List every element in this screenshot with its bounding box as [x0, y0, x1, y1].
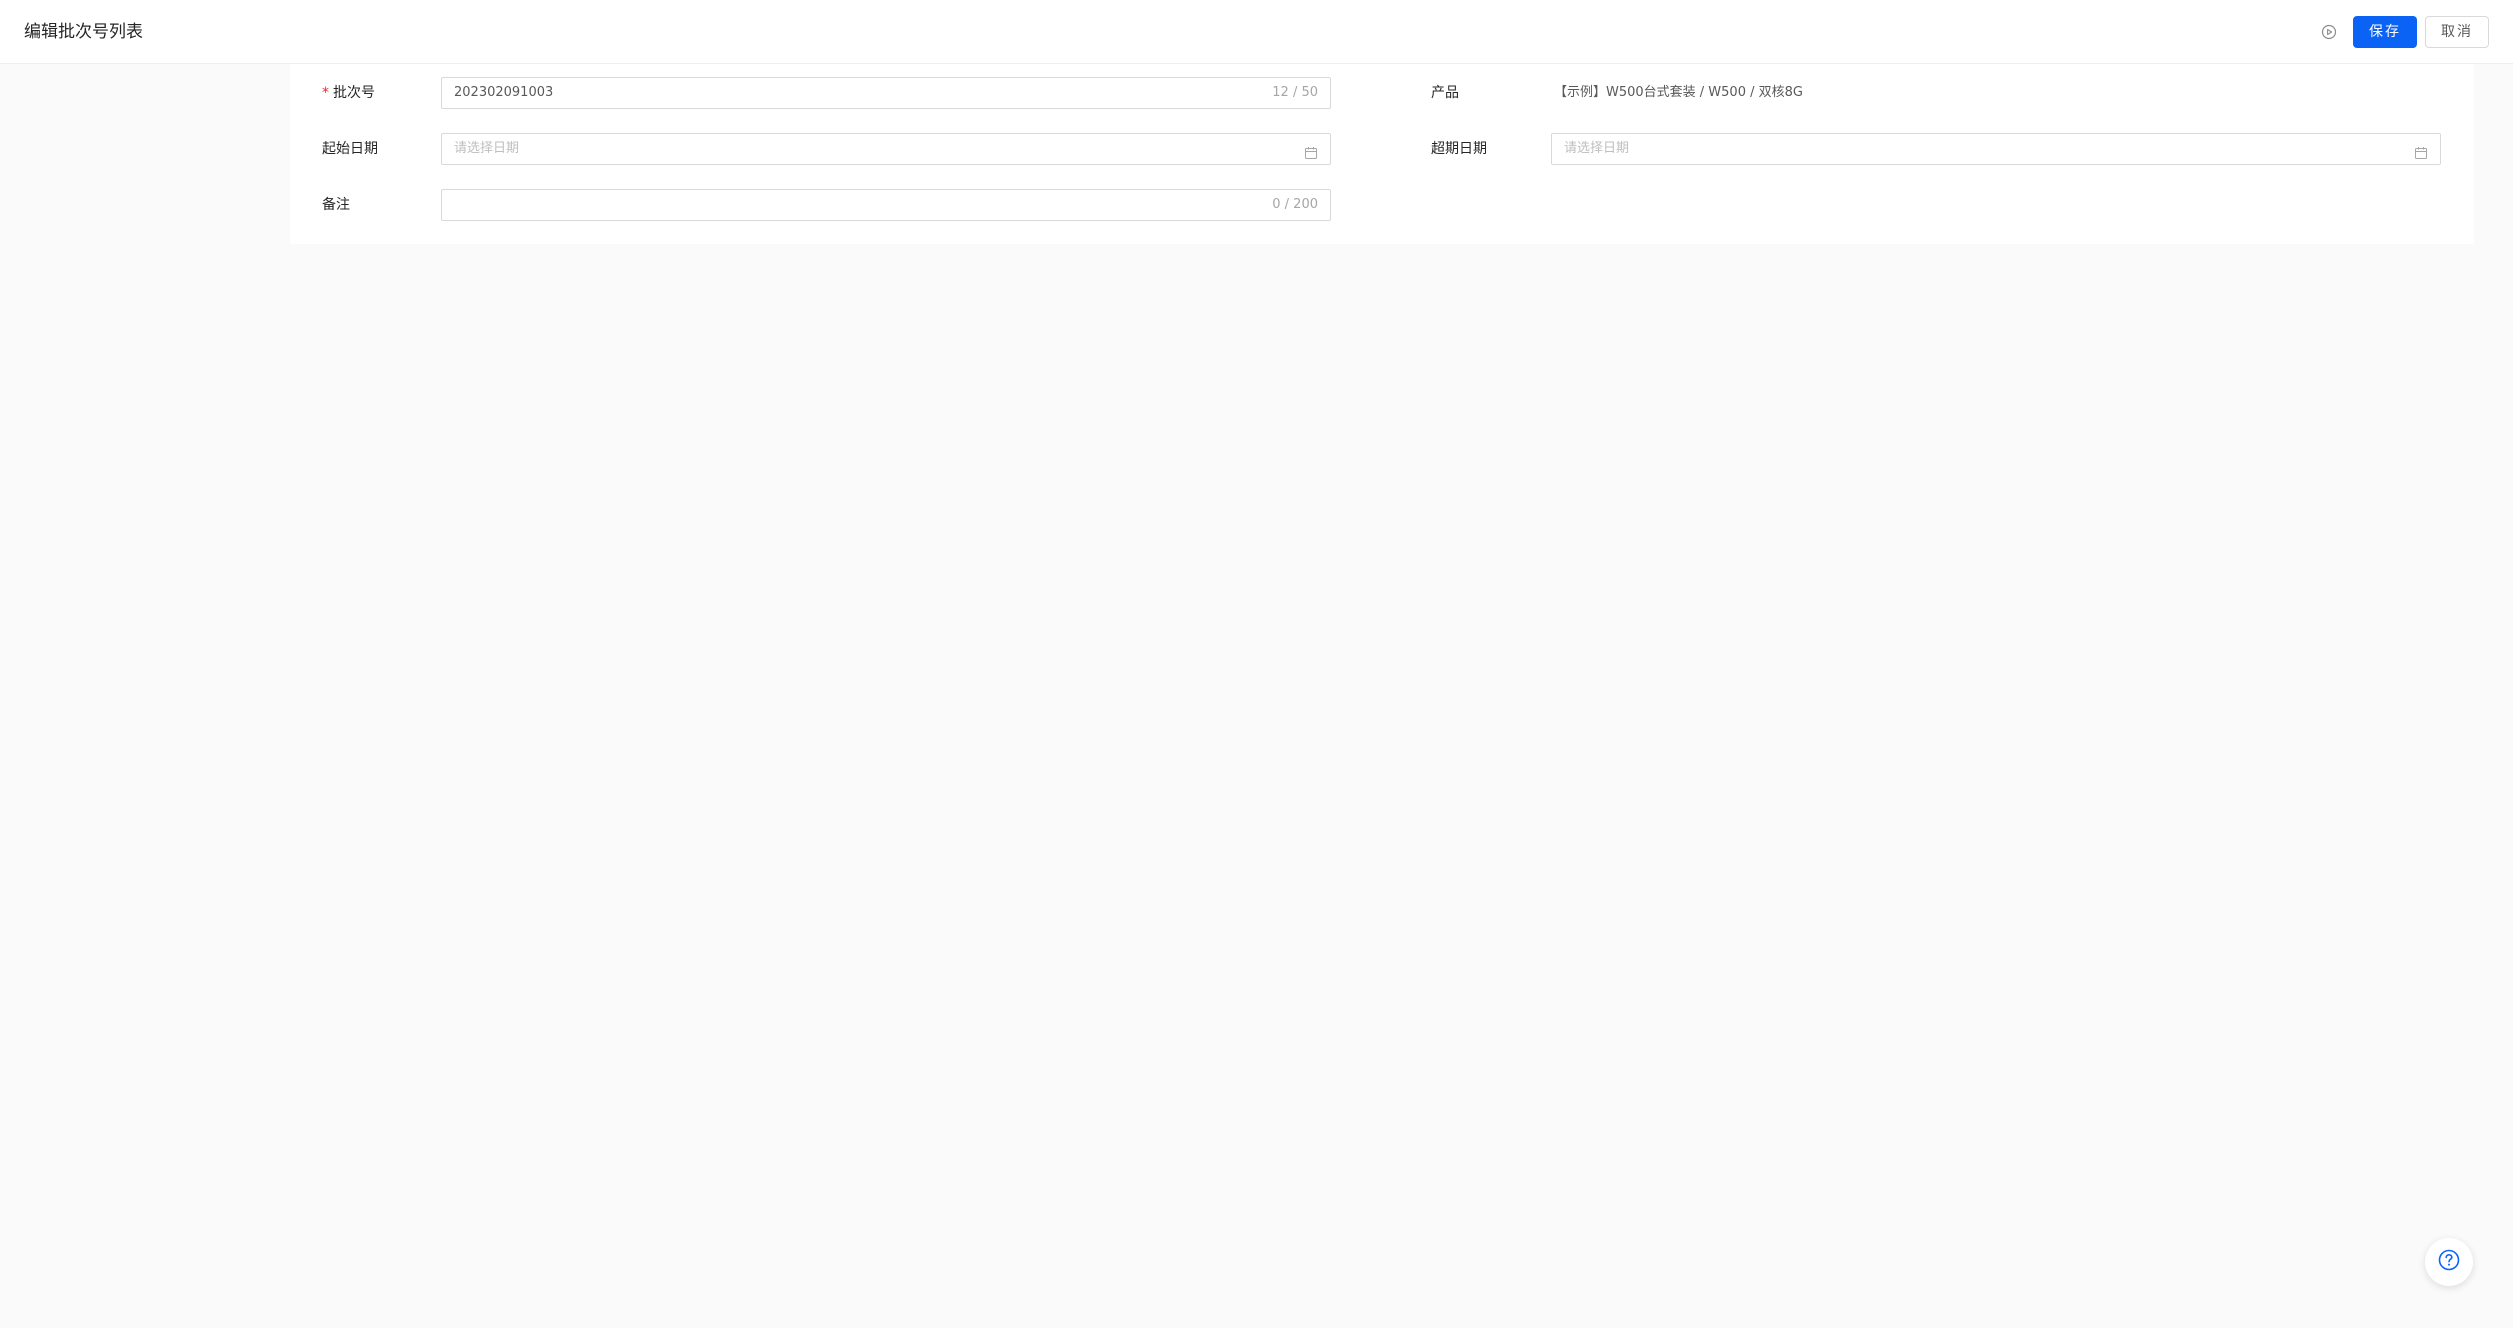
- cancel-button[interactable]: 取消: [2425, 16, 2489, 48]
- help-button[interactable]: [2425, 1238, 2473, 1286]
- play-circle-icon[interactable]: [2321, 24, 2337, 40]
- required-mark: *: [322, 85, 329, 101]
- save-button[interactable]: 保存: [2353, 16, 2417, 48]
- page-title: 编辑批次号列表: [24, 22, 143, 42]
- remark-input[interactable]: 0 / 200: [441, 189, 1331, 221]
- overdue-date-picker[interactable]: 请选择日期: [1551, 133, 2441, 165]
- start-date-label: 起始日期: [322, 141, 378, 157]
- calendar-icon: [2414, 142, 2428, 159]
- page-header: 编辑批次号列表 保存 取消: [0, 0, 2513, 64]
- product-value: 【示例】W500台式套装 / W500 / 双核8G: [1554, 85, 1803, 100]
- batch-no-value: 202302091003: [454, 85, 554, 100]
- product-label: 产品: [1431, 85, 1459, 101]
- remark-label: 备注: [322, 197, 350, 213]
- overdue-date-label: 超期日期: [1431, 141, 1487, 157]
- start-date-placeholder: 请选择日期: [454, 141, 520, 156]
- start-date-picker[interactable]: 请选择日期: [441, 133, 1331, 165]
- question-circle-icon: [2437, 1248, 2461, 1276]
- header-actions: 保存 取消: [2321, 16, 2489, 48]
- batch-no-count: 12 / 50: [1272, 85, 1318, 100]
- overdue-date-placeholder: 请选择日期: [1564, 141, 1630, 156]
- batch-no-label: * 批次号: [322, 83, 375, 103]
- calendar-icon: [1304, 142, 1318, 159]
- remark-count: 0 / 200: [1272, 197, 1318, 212]
- batch-form: * 批次号 202302091003 12 / 50 产品 【示例】W500台式套…: [290, 64, 2474, 244]
- batch-no-input[interactable]: 202302091003 12 / 50: [441, 77, 1331, 109]
- batch-no-label-text: 批次号: [333, 85, 375, 101]
